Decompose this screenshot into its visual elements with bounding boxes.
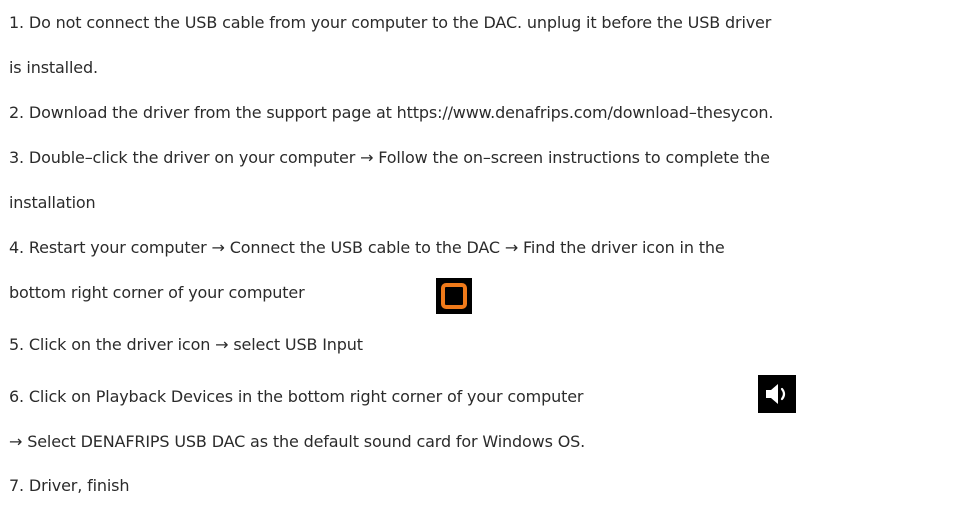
step-6-line-1: 6. Click on Playback Devices in the bott… (9, 387, 584, 406)
step-1-line-2: is installed. (9, 58, 98, 77)
step-2: 2. Download the driver from the support … (9, 103, 774, 122)
step-7: 7. Driver, finish (9, 476, 130, 495)
step-1-line-1: 1. Do not connect the USB cable from you… (9, 13, 772, 32)
step-4-line-2: bottom right corner of your computer (9, 283, 305, 302)
step-3-line-1: 3. Double–click the driver on your compu… (9, 148, 770, 167)
driver-tray-icon (436, 278, 472, 314)
speaker-volume-icon (758, 375, 796, 413)
step-4-line-1: 4. Restart your computer → Connect the U… (9, 238, 725, 257)
step-6-line-2: → Select DENAFRIPS USB DAC as the defaul… (9, 432, 586, 451)
step-5: 5. Click on the driver icon → select USB… (9, 335, 363, 354)
step-3-line-2: installation (9, 193, 96, 212)
